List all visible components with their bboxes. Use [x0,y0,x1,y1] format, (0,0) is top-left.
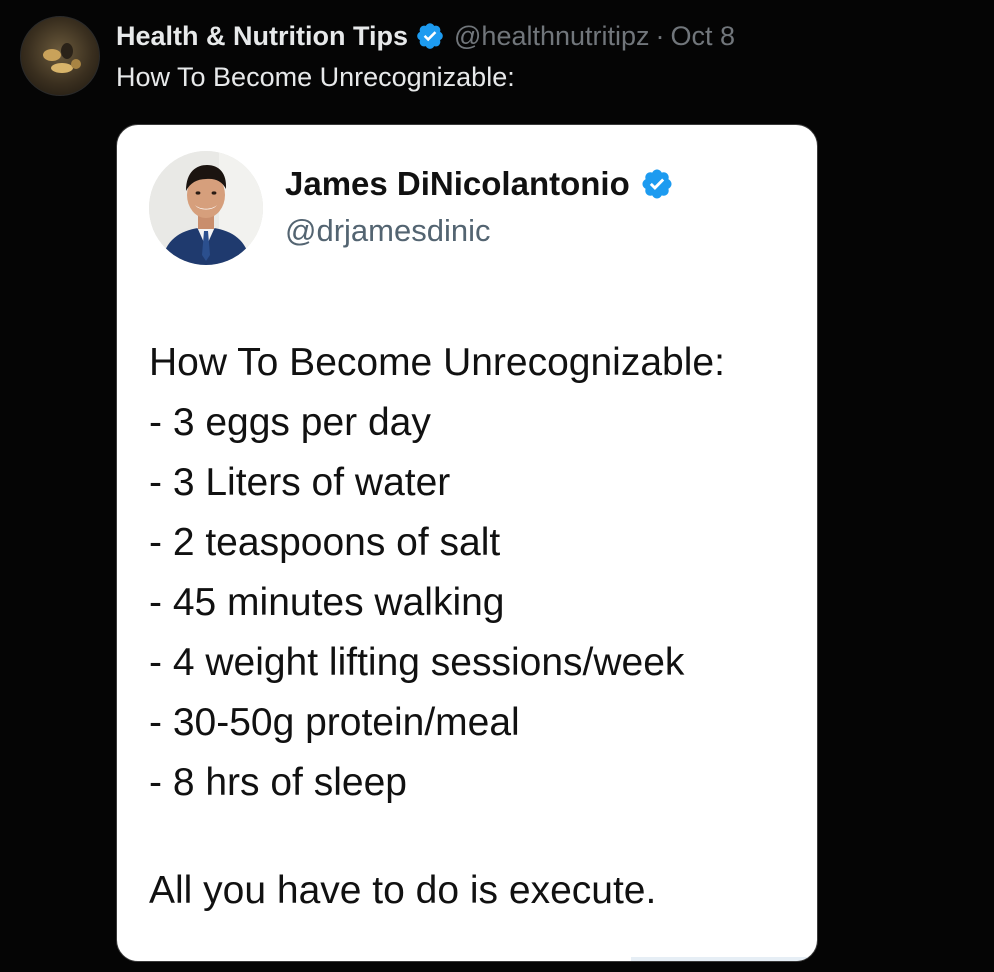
inner-avatar [149,151,263,265]
list-item: - 3 eggs per day [149,401,431,444]
separator-dot: · [655,20,665,51]
list-item: - 2 teaspoons of salt [149,521,501,564]
inner-author-name: James DiNicolantonio [285,165,683,203]
attached-image[interactable]: James DiNicolantonio @drjamesdinic How T… [116,124,818,962]
list-item: - 8 hrs of sleep [149,761,407,804]
post-date[interactable]: Oct 8 [671,21,736,52]
list-item: - 3 Liters of water [149,461,451,504]
portrait-image [149,151,263,265]
inner-author-handle: @drjamesdinic [285,213,491,248]
tweet-text: How To Become Unrecognizable: [116,62,515,92]
inner-verified-badge-icon [642,169,672,199]
verified-badge-icon [417,23,443,49]
tweet-card[interactable]: Health & Nutrition Tips @healthnutritipz… [0,0,994,972]
author-handle[interactable]: @healthnutritipz [454,21,650,52]
inner-post-closing: All you have to do is execute. [149,869,657,912]
inner-post-body: How To Become Unrecognizable: - 3 eggs p… [149,333,799,813]
tweet-header: Health & Nutrition Tips @healthnutritipz… [116,18,735,54]
inner-author-name-text: James DiNicolantonio [285,165,630,202]
list-item: - 30-50g protein/meal [149,701,520,744]
list-item: - 45 minutes walking [149,581,505,624]
author-avatar[interactable] [20,16,100,96]
author-name[interactable]: Health & Nutrition Tips [116,21,408,52]
list-item: - 4 weight lifting sessions/week [149,641,685,684]
inner-post-heading: How To Become Unrecognizable: [149,341,725,384]
image-edge-strip [631,957,817,961]
